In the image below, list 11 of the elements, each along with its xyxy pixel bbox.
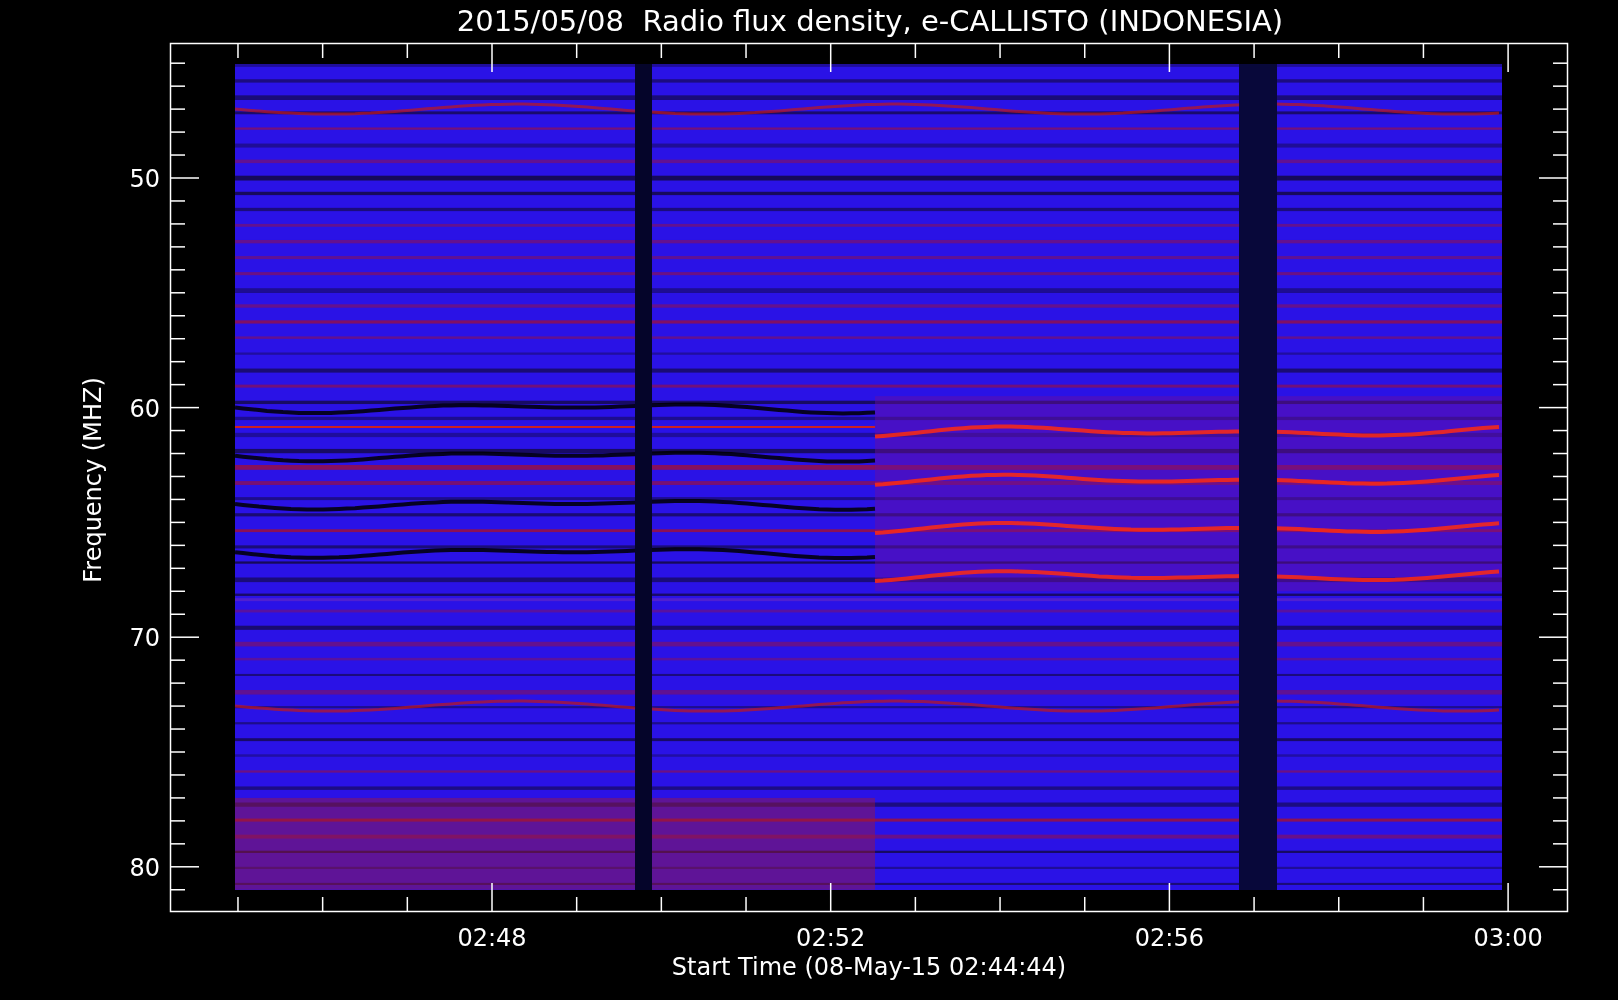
y-tick-label: 60 [129, 394, 160, 423]
x-tick-label: 02:52 [796, 924, 866, 952]
x-tick-label: 03:00 [1473, 924, 1543, 952]
x-axis-title: Start Time (08-May-15 02:44:44) [671, 953, 1067, 981]
y-tick-label: 50 [129, 165, 160, 193]
chart-title: 2015/05/08 Radio flux density, e-CALLISTO (INDONESIA) [456, 4, 1284, 38]
y-tick-label: 80 [129, 853, 160, 882]
x-tick-label: 02:56 [1134, 924, 1204, 952]
x-tick-label: 02:48 [457, 924, 527, 952]
y-tick-label: 70 [129, 624, 160, 653]
y-axis-title: Frequency (MHZ) [79, 377, 107, 583]
